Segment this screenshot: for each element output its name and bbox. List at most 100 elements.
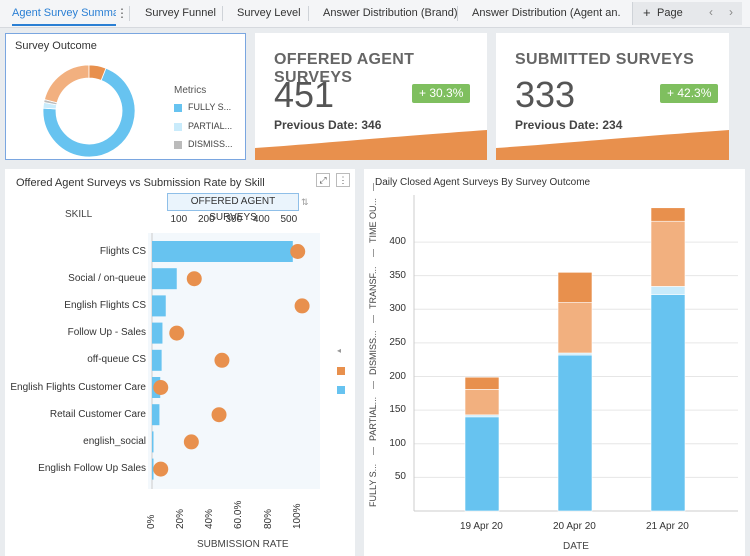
x-axis-tick: 21 Apr 20 (646, 521, 689, 532)
legend-separator (373, 447, 374, 455)
top-axis-tick: 400 (253, 214, 270, 225)
skill-bar[interactable] (152, 404, 160, 426)
daily-outcome-chart-panel[interactable]: Daily Closed Agent Surveys By Survey Out… (364, 169, 745, 556)
stacked-bar-segment[interactable] (464, 416, 500, 512)
stacked-bar-segment[interactable] (557, 352, 593, 356)
tab-menu-icon[interactable]: ⋮ (116, 0, 128, 27)
top-axis-tick: 300 (225, 214, 243, 225)
legend-label: DISMISS... (188, 139, 233, 149)
y-axis-tick: 400 (389, 236, 406, 248)
tab-divider (222, 6, 223, 21)
kpi-change-badge: + 30.3% (412, 84, 471, 103)
submission-rate-point[interactable] (183, 434, 199, 450)
submission-rate-point[interactable] (211, 407, 227, 423)
submission-rate-point[interactable] (169, 325, 185, 341)
chevron-left-icon[interactable]: ‹ (709, 5, 713, 19)
legend-swatch (174, 123, 182, 131)
legend-label: PARTIAL... (188, 121, 233, 131)
tab-survey-level[interactable]: Survey Level (237, 0, 301, 27)
legend-separator (373, 381, 374, 389)
legend-separator (373, 249, 374, 257)
legend-separator (373, 183, 374, 191)
submission-rate-point[interactable] (186, 271, 202, 287)
tab-label: Answer Distribution (Agent an... (472, 7, 620, 19)
stacked-bar-segment[interactable] (650, 220, 686, 287)
skill-bar[interactable] (152, 295, 166, 317)
legend-swatch-submission-rate[interactable] (337, 367, 345, 375)
tab-label: Agent Survey Summary (12, 7, 116, 19)
skill-bar[interactable] (152, 268, 177, 290)
top-axis-tick: 200 (198, 214, 215, 225)
skill-label: Retail Customer Care (49, 408, 146, 420)
stacked-bar-chart (413, 195, 738, 512)
bottom-axis-tick: 80% (262, 508, 274, 529)
skill-label: english_social (83, 435, 146, 447)
legend-label: FULLY S... (188, 102, 232, 112)
submission-rate-point[interactable] (290, 244, 306, 259)
y-axis-tick: 100 (389, 437, 406, 449)
top-axis-tick: 100 (170, 214, 188, 225)
stacked-bar-segment[interactable] (557, 272, 593, 303)
skill-bar[interactable] (152, 349, 162, 371)
y-axis-tick: 350 (389, 269, 406, 281)
y-axis-tick: 250 (389, 336, 406, 348)
tab-label: Survey Funnel (145, 7, 216, 19)
vertical-legend-label: PARTIAL... (368, 396, 378, 441)
bottom-axis-tick: 100% (291, 503, 303, 529)
offered-surveys-kpi[interactable]: OFFERED AGENT SURVEYS 451 + 30.3% Previo… (255, 33, 487, 160)
bottom-axis-title: SUBMISSION RATE (197, 539, 289, 550)
tab-answer-distribution-brand[interactable]: Answer Distribution (Brand) (323, 0, 458, 27)
collapse-legend-icon[interactable]: ◂ (337, 346, 341, 355)
skill-bar[interactable] (152, 322, 163, 344)
skill-label: English Flights Customer Care (10, 381, 146, 393)
submitted-surveys-kpi[interactable]: SUBMITTED SURVEYS 333 + 42.3% Previous D… (496, 33, 729, 160)
x-axis-title: DATE (563, 541, 589, 552)
skill-label: Social / on-queue (68, 272, 146, 284)
x-axis-tick: 19 Apr 20 (460, 521, 503, 532)
tab-answer-distribution-agent[interactable]: Answer Distribution (Agent an... (472, 0, 620, 27)
bottom-axis-tick: 20% (175, 508, 187, 529)
submission-rate-point[interactable] (153, 461, 169, 477)
legend-swatch (174, 141, 182, 149)
chevron-right-icon[interactable]: › (729, 5, 733, 19)
stacked-bar-segment[interactable] (464, 376, 500, 390)
legend-swatch (174, 104, 182, 112)
submission-rate-point[interactable] (153, 380, 169, 395)
submission-rate-point[interactable] (294, 298, 310, 314)
plus-icon: + (643, 5, 651, 20)
stacked-bar-segment[interactable] (650, 294, 686, 512)
tab-agent-survey-summary[interactable]: Agent Survey Summary (12, 0, 116, 27)
kpi-trend-area (255, 130, 487, 160)
stacked-bar-segment[interactable] (464, 414, 500, 418)
kpi-value: 333 (515, 74, 576, 115)
y-axis-tick: 300 (389, 303, 406, 315)
stacked-bar-segment[interactable] (557, 302, 593, 354)
stacked-bar-segment[interactable] (464, 389, 500, 416)
active-tab-indicator (12, 24, 116, 26)
skill-bar[interactable] (152, 431, 154, 453)
stacked-bar-segment[interactable] (650, 207, 686, 222)
skill-combo-chart (148, 233, 320, 489)
add-page-button[interactable]: + Page ‹ › (632, 2, 742, 25)
y-axis-tick: 200 (389, 370, 406, 382)
bottom-axis-tick: 60.0% (233, 500, 245, 529)
submission-rate-point[interactable] (214, 352, 230, 368)
tab-survey-funnel[interactable]: Survey Funnel (145, 0, 216, 27)
skill-chart-panel[interactable]: Offered Agent Surveys vs Submission Rate… (5, 169, 355, 556)
vertical-legend-label: DISMISS... (368, 330, 378, 375)
tab-label: Answer Distribution (Brand) (323, 7, 458, 19)
dashboard-tab-bar: Agent Survey Summary ⋮ Survey Funnel Sur… (0, 0, 750, 28)
stacked-bar-segment[interactable] (650, 286, 686, 295)
survey-outcome-panel[interactable]: Survey Outcome Metrics FULLY S... PARTIA… (5, 33, 246, 160)
bottom-axis-tick: 0% (146, 514, 157, 529)
tab-label: Survey Level (237, 7, 301, 19)
donut-slice[interactable] (43, 64, 90, 104)
tab-divider (129, 6, 130, 21)
legend-swatch-offered-surveys[interactable] (337, 386, 345, 394)
legend-title: Metrics (174, 85, 207, 96)
skill-bar[interactable] (152, 241, 293, 262)
vertical-legend-label: FULLY S... (368, 463, 378, 507)
donut-chart[interactable] (34, 56, 144, 166)
stacked-bar-segment[interactable] (557, 354, 593, 512)
kpi-trend-area (496, 130, 729, 160)
